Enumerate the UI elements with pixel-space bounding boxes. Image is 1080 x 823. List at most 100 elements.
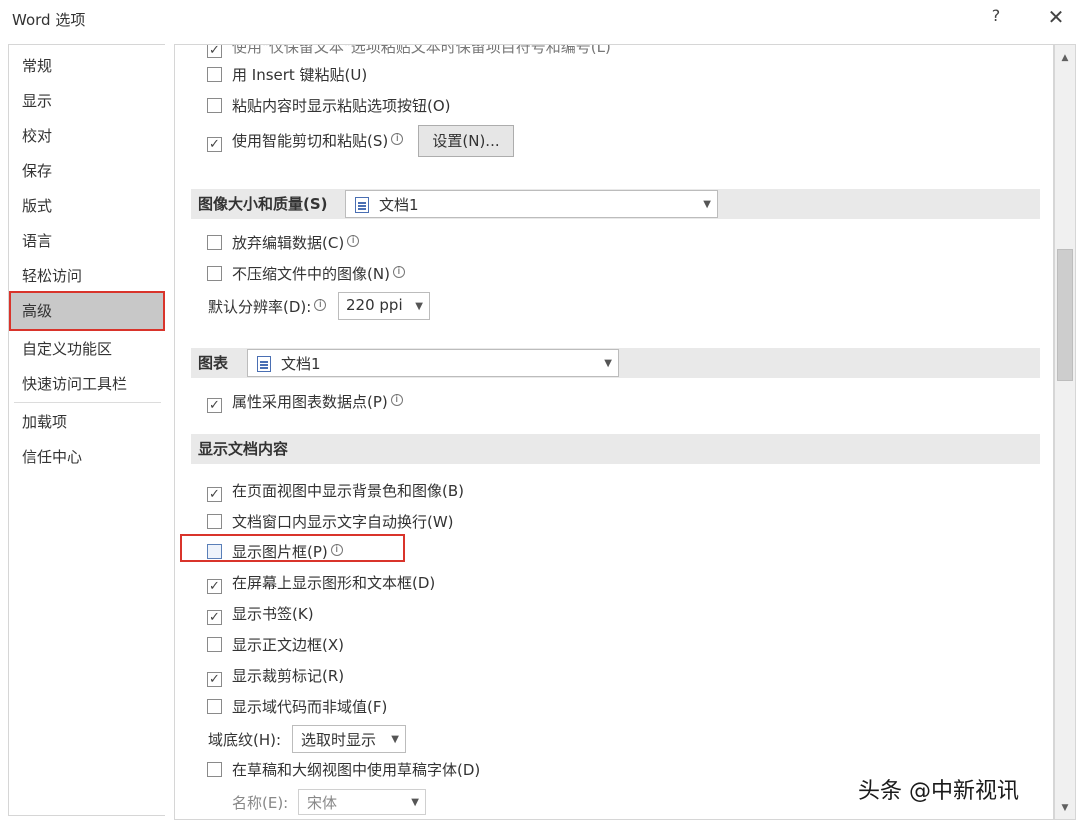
help-button[interactable]: ? bbox=[986, 6, 1006, 30]
sidebar-item-layout[interactable]: 版式 bbox=[22, 192, 52, 220]
checkbox[interactable]: ✓ bbox=[207, 45, 222, 58]
show-crop-marks-option[interactable]: ✓ 显示裁剪标记(R) bbox=[207, 664, 344, 688]
smart-paste-settings-button[interactable]: 设置(N)... bbox=[418, 125, 514, 157]
select-value: 220 ppi bbox=[346, 296, 403, 314]
info-icon: i bbox=[390, 394, 403, 406]
scroll-thumb[interactable] bbox=[1057, 249, 1073, 381]
show-text-boundaries-option[interactable]: 显示正文边框(X) bbox=[207, 633, 344, 657]
checkbox[interactable] bbox=[207, 98, 222, 113]
sidebar-item-quick-access[interactable]: 快速访问工具栏 bbox=[22, 370, 127, 398]
draft-font-name-label: 名称(E): bbox=[232, 794, 289, 812]
section-title: 图表 bbox=[198, 354, 229, 372]
sidebar-item-accessibility[interactable]: 轻松访问 bbox=[22, 262, 82, 290]
option-label: 文档窗口内显示文字自动换行(W) bbox=[232, 513, 454, 531]
sidebar-divider bbox=[14, 402, 161, 403]
vertical-scrollbar[interactable]: ▲ ▼ bbox=[1054, 44, 1076, 820]
title-bar: Word 选项 ? ✕ bbox=[0, 0, 1080, 40]
close-button[interactable]: ✕ bbox=[1044, 4, 1068, 30]
word-document-icon bbox=[355, 197, 369, 213]
show-field-codes-option[interactable]: 显示域代码而非域值(F) bbox=[207, 695, 387, 719]
option-label: 属性采用图表数据点(P) bbox=[232, 393, 388, 411]
sidebar-item-advanced[interactable]: 高级 bbox=[22, 297, 52, 325]
sidebar-item-addins[interactable]: 加载项 bbox=[22, 408, 67, 436]
paste-keep-bullets-option[interactable]: ✓ 使用"仅保留文本"选项粘贴文本时保留项目符号和编号(L) bbox=[207, 44, 611, 59]
option-label: 在页面视图中显示背景色和图像(B) bbox=[232, 482, 464, 500]
section-show-document-content: 显示文档内容 bbox=[191, 434, 1040, 464]
sidebar-item-display[interactable]: 显示 bbox=[22, 87, 52, 115]
chevron-down-icon: ▼ bbox=[703, 199, 711, 210]
checkbox[interactable] bbox=[207, 235, 222, 250]
chevron-down-icon: ▼ bbox=[415, 301, 423, 312]
show-bookmarks-option[interactable]: ✓ 显示书签(K) bbox=[207, 602, 314, 626]
chart-follow-data-point-option[interactable]: ✓ 属性采用图表数据点(P) i bbox=[207, 390, 403, 414]
info-icon: i bbox=[391, 133, 404, 145]
checkbox[interactable]: ✓ bbox=[207, 610, 222, 625]
sidebar-item-customize-ribbon[interactable]: 自定义功能区 bbox=[22, 335, 112, 363]
option-label: 在草稿和大纲视图中使用草稿字体(D) bbox=[232, 761, 481, 779]
checkbox[interactable]: ✓ bbox=[207, 579, 222, 594]
info-icon: i bbox=[347, 235, 360, 247]
wrap-text-option[interactable]: 文档窗口内显示文字自动换行(W) bbox=[207, 510, 454, 534]
default-resolution-label: 默认分辨率(D): i bbox=[208, 295, 327, 319]
option-label: 默认分辨率(D): bbox=[208, 298, 312, 316]
option-label: 在屏幕上显示图形和文本框(D) bbox=[232, 574, 436, 592]
option-label: 粘贴内容时显示粘贴选项按钮(O) bbox=[232, 97, 451, 115]
show-background-option[interactable]: ✓ 在页面视图中显示背景色和图像(B) bbox=[207, 479, 464, 503]
draft-font-name-select[interactable]: 宋体 ▼ bbox=[298, 789, 426, 815]
annotation-highlight-box bbox=[180, 534, 405, 562]
default-resolution-select[interactable]: 220 ppi ▼ bbox=[338, 292, 430, 320]
chevron-down-icon: ▼ bbox=[391, 734, 399, 745]
option-label: 使用智能剪切和粘贴(S) bbox=[232, 132, 389, 150]
field-shading-label: 域底纹(H): bbox=[208, 731, 282, 749]
option-label: 不压缩文件中的图像(N) bbox=[232, 265, 390, 283]
scroll-down-arrow-icon[interactable]: ▼ bbox=[1058, 801, 1072, 815]
checkbox[interactable] bbox=[207, 762, 222, 777]
option-label: 显示正文边框(X) bbox=[232, 636, 344, 654]
sidebar-item-language[interactable]: 语言 bbox=[22, 227, 52, 255]
options-sidebar: 常规 显示 校对 保存 版式 语言 轻松访问 高级 自定义功能区 快速访问工具栏… bbox=[8, 44, 165, 816]
checkbox[interactable] bbox=[207, 266, 222, 281]
field-shading-select[interactable]: 选取时显示 ▼ bbox=[292, 725, 406, 753]
watermark-text: 头条 @中新视讯 bbox=[858, 779, 1019, 804]
discard-edit-data-option[interactable]: 放弃编辑数据(C) i bbox=[207, 231, 360, 255]
sidebar-item-proofing[interactable]: 校对 bbox=[22, 122, 52, 150]
window-title: Word 选项 bbox=[12, 11, 86, 29]
checkbox[interactable]: ✓ bbox=[207, 137, 222, 152]
chevron-down-icon: ▼ bbox=[411, 797, 419, 808]
option-label: 用 Insert 键粘贴(U) bbox=[232, 66, 368, 84]
draft-font-option[interactable]: 在草稿和大纲视图中使用草稿字体(D) bbox=[207, 758, 480, 782]
chart-document-select[interactable]: 文档1 ▼ bbox=[247, 349, 619, 377]
sidebar-item-general[interactable]: 常规 bbox=[22, 52, 52, 80]
checkbox[interactable]: ✓ bbox=[207, 487, 222, 502]
checkbox[interactable]: ✓ bbox=[207, 398, 222, 413]
info-icon: i bbox=[314, 299, 327, 311]
scroll-up-arrow-icon[interactable]: ▲ bbox=[1058, 51, 1072, 65]
option-label: 显示裁剪标记(R) bbox=[232, 667, 345, 685]
show-drawings-textboxes-option[interactable]: ✓ 在屏幕上显示图形和文本框(D) bbox=[207, 571, 435, 595]
word-document-icon bbox=[257, 356, 271, 372]
sidebar-item-save[interactable]: 保存 bbox=[22, 157, 52, 185]
checkbox[interactable] bbox=[207, 67, 222, 82]
checkbox[interactable] bbox=[207, 514, 222, 529]
select-value: 文档1 bbox=[379, 196, 419, 214]
paste-insert-key-option[interactable]: 用 Insert 键粘贴(U) bbox=[207, 63, 367, 87]
option-label: 显示书签(K) bbox=[232, 605, 314, 623]
section-title: 图像大小和质量(S) bbox=[198, 195, 328, 213]
select-value: 选取时显示 bbox=[301, 731, 377, 749]
image-quality-document-select[interactable]: 文档1 ▼ bbox=[345, 190, 718, 218]
chevron-down-icon: ▼ bbox=[604, 358, 612, 369]
options-content: ✓ 使用"仅保留文本"选项粘贴文本时保留项目符号和编号(L) 用 Insert 键… bbox=[174, 44, 1054, 820]
info-icon: i bbox=[392, 266, 405, 278]
checkbox[interactable] bbox=[207, 637, 222, 652]
checkbox[interactable] bbox=[207, 699, 222, 714]
checkbox[interactable]: ✓ bbox=[207, 672, 222, 687]
sidebar-item-trust-center[interactable]: 信任中心 bbox=[22, 443, 82, 471]
smart-cut-paste-option[interactable]: ✓ 使用智能剪切和粘贴(S) i bbox=[207, 129, 404, 153]
option-label: 放弃编辑数据(C) bbox=[232, 234, 345, 252]
paste-show-options-button-option[interactable]: 粘贴内容时显示粘贴选项按钮(O) bbox=[207, 94, 451, 118]
no-compress-images-option[interactable]: 不压缩文件中的图像(N) i bbox=[207, 262, 405, 286]
select-value: 文档1 bbox=[281, 355, 321, 373]
section-title: 显示文档内容 bbox=[198, 440, 289, 458]
option-label: 使用"仅保留文本"选项粘贴文本时保留项目符号和编号(L) bbox=[232, 44, 611, 56]
option-label: 显示域代码而非域值(F) bbox=[232, 698, 388, 716]
